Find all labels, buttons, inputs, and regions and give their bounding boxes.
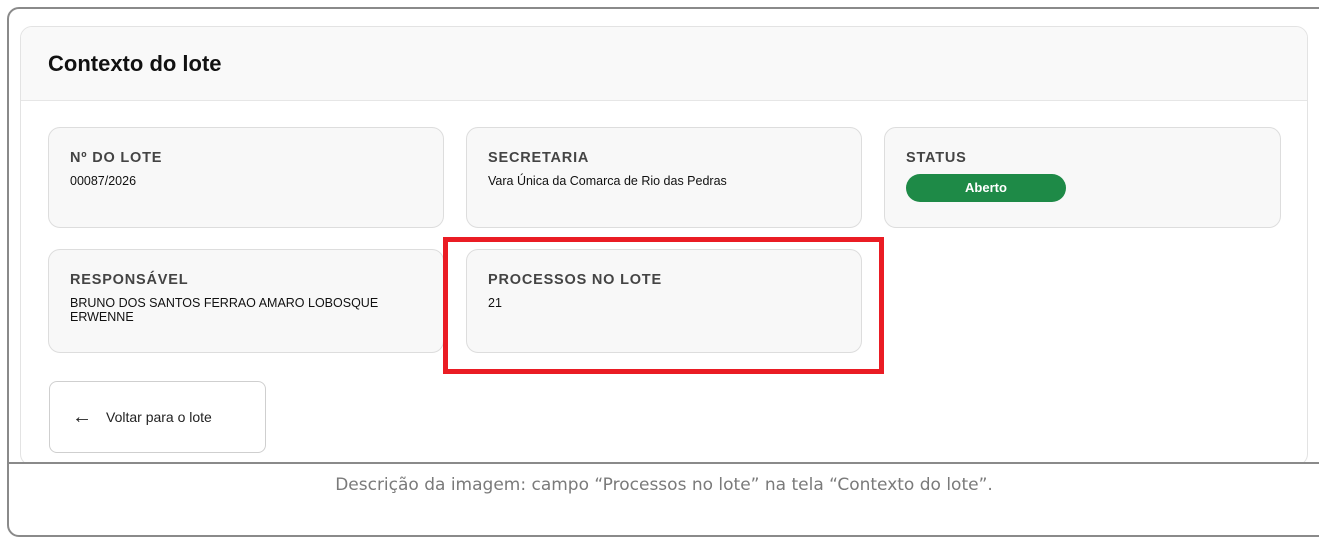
arrow-left-icon: ← [72,406,92,428]
secretaria-label: SECRETARIA [488,150,590,166]
field-card-secretaria: SECRETARIA Vara Única da Comarca de Rio … [466,127,862,228]
field-card-lote: Nº DO LOTE 00087/2026 [48,127,444,228]
back-button-label: Voltar para o lote [106,409,212,425]
lote-label: Nº DO LOTE [70,150,163,166]
image-caption-bar: Descrição da imagem: campo “Processos no… [9,462,1319,509]
highlight-box [443,237,884,374]
responsavel-label: RESPONSÁVEL [70,272,189,288]
page-title: Contexto do lote [48,50,222,76]
lote-value: 00087/2026 [70,174,137,188]
status-label: STATUS [906,150,967,166]
secretaria-value: Vara Única da Comarca de Rio das Pedras [488,174,727,188]
field-card-responsavel: RESPONSÁVEL BRUNO DOS SANTOS FERRAO AMAR… [48,249,444,353]
responsavel-value: BRUNO DOS SANTOS FERRAO AMARO LOBOSQUE E… [70,296,379,324]
panel-header: Contexto do lote [21,27,1307,101]
status-badge: Aberto [906,174,1066,202]
image-caption: Descrição da imagem: campo “Processos no… [335,475,993,495]
field-card-status: STATUS Aberto [884,127,1281,228]
back-to-lote-button[interactable]: ← Voltar para o lote [49,381,266,453]
